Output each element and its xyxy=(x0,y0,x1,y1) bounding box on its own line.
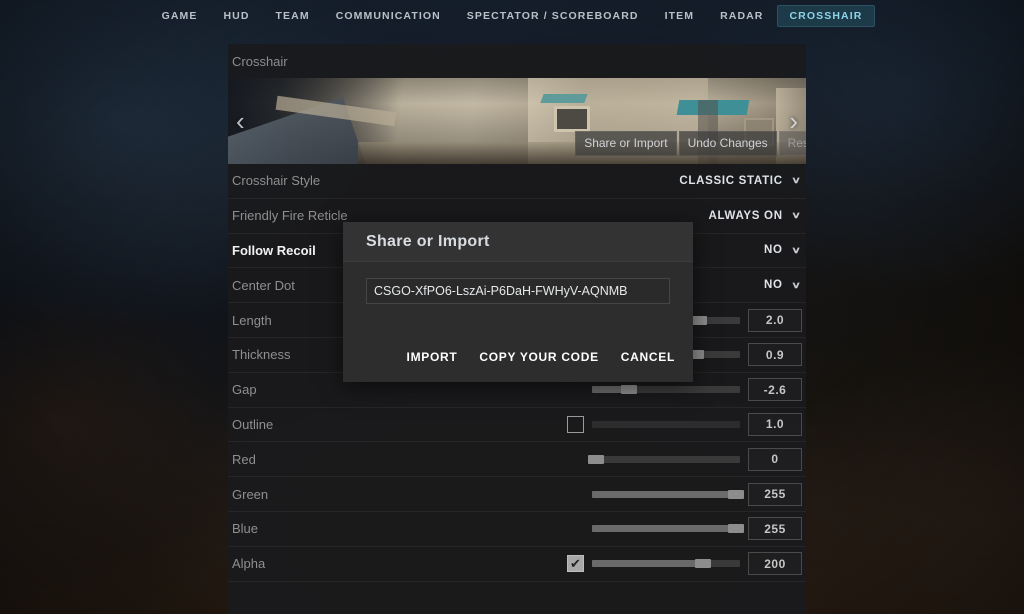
preview-button-share-or-import[interactable]: Share or Import xyxy=(575,131,677,156)
setting-row-green[interactable]: Green 255 xyxy=(228,477,806,512)
nav-tab-crosshair[interactable]: CROSSHAIR xyxy=(776,4,876,27)
dialog-button-cancel[interactable]: CANCEL xyxy=(621,350,675,364)
setting-row-red[interactable]: Red 0 xyxy=(228,442,806,478)
dropdown-center-dot[interactable]: NO ∨ xyxy=(764,279,802,291)
slider-fill xyxy=(592,560,703,568)
dropdown-crosshair-style[interactable]: CLASSIC STATIC ∨ xyxy=(679,175,802,187)
setting-control-blue: 255 xyxy=(567,512,802,546)
dialog-body xyxy=(343,262,693,304)
nav-tab-team[interactable]: TEAM xyxy=(263,5,323,27)
dropdown-value-center-dot: NO xyxy=(764,279,783,292)
slider-handle[interactable] xyxy=(727,489,744,499)
setting-control-center-dot: NO ∨ xyxy=(764,268,802,302)
dropdown-friendly-fire-reticle[interactable]: ALWAYS ON ∨ xyxy=(708,210,802,222)
chevron-down-icon: ∨ xyxy=(790,279,802,290)
setting-control-friendly-fire-reticle: ALWAYS ON ∨ xyxy=(708,199,802,233)
dialog-button-import[interactable]: IMPORT xyxy=(407,350,458,364)
share-code-input[interactable] xyxy=(366,278,670,304)
chevron-down-icon: ∨ xyxy=(790,210,802,221)
setting-row-blue[interactable]: Blue 255 xyxy=(228,512,806,547)
preview-awning-1 xyxy=(540,94,588,103)
setting-label-outline: Outline xyxy=(232,416,274,432)
dropdown-value-follow-recoil: NO xyxy=(764,244,783,257)
dialog-title: Share or Import xyxy=(366,232,490,250)
nav-tab-communication[interactable]: COMMUNICATION xyxy=(323,5,454,27)
slider-alpha[interactable] xyxy=(592,559,740,569)
dialog-actions: IMPORT COPY YOUR CODE CANCEL xyxy=(407,350,675,364)
setting-label-red: Red xyxy=(232,451,256,467)
slider-blue[interactable] xyxy=(592,524,744,534)
dropdown-value-friendly-fire-reticle: ALWAYS ON xyxy=(708,209,783,222)
setting-row-crosshair-style[interactable]: Crosshair Style CLASSIC STATIC ∨ xyxy=(228,164,806,199)
crosshair-preview: ‹ › Share or ImportUndo ChangesReset xyxy=(228,78,806,164)
value-input-alpha[interactable]: 200 xyxy=(748,552,802,576)
setting-row-outline[interactable]: Outline 1.0 xyxy=(228,408,806,443)
dialog-header: Share or Import xyxy=(343,222,693,262)
setting-label-alpha: Alpha xyxy=(232,556,266,572)
value-input-gap[interactable]: -2.6 xyxy=(748,378,802,402)
check-icon: ✔ xyxy=(570,556,581,572)
setting-label-blue: Blue xyxy=(232,521,259,537)
nav-tab-hud[interactable]: HUD xyxy=(210,5,262,27)
preview-button-undo-changes[interactable]: Undo Changes xyxy=(678,131,777,156)
preview-button-reset[interactable]: Reset xyxy=(778,131,806,156)
slider-green[interactable] xyxy=(592,489,744,499)
dropdown-follow-recoil[interactable]: NO ∨ xyxy=(764,244,802,256)
preview-window xyxy=(554,106,590,132)
chevron-down-icon: ∨ xyxy=(790,244,802,255)
dropdown-value-crosshair-style: CLASSIC STATIC xyxy=(679,174,783,187)
preview-prev-icon[interactable]: ‹ xyxy=(236,108,245,134)
checkbox-outline[interactable] xyxy=(567,415,584,433)
slider-fill xyxy=(592,525,736,533)
setting-label-crosshair-style: Crosshair Style xyxy=(232,173,321,189)
slider-handle[interactable] xyxy=(588,454,605,464)
setting-row-alpha[interactable]: Alpha ✔ 200 xyxy=(228,547,806,582)
slider-fill xyxy=(592,490,736,498)
setting-label-gap: Gap xyxy=(232,382,257,398)
setting-label-green: Green xyxy=(232,486,269,502)
setting-control-follow-recoil: NO ∨ xyxy=(764,234,802,268)
value-input-red[interactable]: 0 xyxy=(748,447,802,471)
page-title: Crosshair xyxy=(232,53,288,69)
slider-handle[interactable] xyxy=(695,559,711,569)
value-input-thickness[interactable]: 0.9 xyxy=(748,343,802,367)
value-input-blue[interactable]: 255 xyxy=(748,517,802,541)
checkbox-alpha[interactable]: ✔ xyxy=(567,555,584,573)
slider-handle[interactable] xyxy=(727,524,744,534)
setting-control-red: 0 xyxy=(567,442,802,476)
dialog-button-copy-your-code[interactable]: COPY YOUR CODE xyxy=(479,350,598,364)
nav-tab-item[interactable]: ITEM xyxy=(652,5,707,27)
nav-tab-radar[interactable]: RADAR xyxy=(707,5,776,27)
setting-control-green: 255 xyxy=(567,477,802,511)
chevron-down-icon: ∨ xyxy=(790,175,802,186)
app-root: GAME HUD TEAM COMMUNICATION SPECTATOR / SCOR… xyxy=(0,0,1024,614)
setting-control-alpha: ✔ 200 xyxy=(567,547,802,581)
setting-label-friendly-fire-reticle: Friendly Fire Reticle xyxy=(232,208,348,224)
value-input-length[interactable]: 2.0 xyxy=(748,308,802,332)
slider-handle[interactable] xyxy=(621,385,637,395)
slider-red[interactable] xyxy=(588,454,740,464)
preview-action-buttons: Share or ImportUndo ChangesReset xyxy=(575,131,806,156)
nav-tab-spectator-scoreboard[interactable]: SPECTATOR / SCOREBOARD xyxy=(454,5,652,27)
share-or-import-dialog: Share or Import IMPORT COPY YOUR CODE CANC… xyxy=(343,222,693,382)
slider-gap[interactable] xyxy=(592,385,740,395)
nav-tab-game[interactable]: GAME xyxy=(149,5,211,27)
value-input-outline[interactable]: 1.0 xyxy=(748,412,802,436)
value-input-green[interactable]: 255 xyxy=(748,482,802,506)
slider-outline[interactable] xyxy=(592,420,740,428)
settings-tab-bar: GAME HUD TEAM COMMUNICATION SPECTATOR / SCOR… xyxy=(0,0,1024,31)
setting-control-crosshair-style: CLASSIC STATIC ∨ xyxy=(679,164,802,198)
setting-control-outline: 1.0 xyxy=(567,408,802,442)
